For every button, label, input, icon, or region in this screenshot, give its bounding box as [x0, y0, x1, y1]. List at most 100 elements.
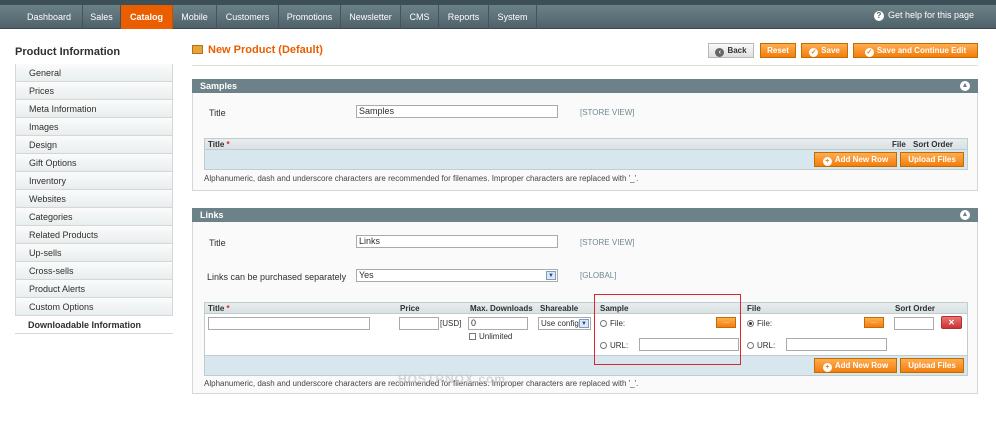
sidebar-item-downloadable[interactable]: Downloadable Information: [15, 316, 173, 334]
links-grid-footer: + Add New Row Upload Files: [204, 356, 968, 376]
samples-title-label: Title: [209, 108, 226, 118]
sidebar-item-categories[interactable]: Categories: [15, 208, 173, 226]
samples-title-scope: [STORE VIEW]: [580, 108, 635, 117]
save-continue-button[interactable]: ✓ Save and Continue Edit: [853, 43, 978, 58]
sidebar: Product Information General Prices Meta …: [15, 44, 173, 334]
back-button[interactable]: ‹ Back: [708, 43, 754, 58]
samples-col-title-text: Title: [208, 140, 225, 149]
sidebar-item-websites[interactable]: Websites: [15, 190, 173, 208]
link-price-input[interactable]: [399, 317, 439, 330]
check-icon: ✓: [864, 48, 874, 57]
shareable-value: Use config: [541, 319, 579, 328]
plus-icon: +: [822, 157, 832, 166]
sort-order-input[interactable]: [894, 317, 934, 330]
links-title-input[interactable]: Links: [356, 235, 558, 248]
save-button[interactable]: ✓ Save: [801, 43, 848, 58]
nav-dashboard[interactable]: Dashboard: [16, 5, 83, 29]
sidebar-item-gift[interactable]: Gift Options: [15, 154, 173, 172]
nav-reports[interactable]: Reports: [439, 5, 489, 29]
nav-mobile[interactable]: Mobile: [173, 5, 217, 29]
nav-sales[interactable]: Sales: [83, 5, 121, 29]
reset-label: Reset: [767, 46, 789, 55]
unlimited-option[interactable]: Unlimited: [469, 332, 512, 341]
file-file-radio[interactable]: [747, 320, 754, 327]
shareable-select[interactable]: Use config ▼: [538, 317, 591, 330]
links-col-title-text: Title: [208, 304, 225, 313]
sidebar-item-design[interactable]: Design: [15, 136, 173, 154]
file-file-label: File:: [757, 319, 773, 328]
nav-promotions[interactable]: Promotions: [279, 5, 341, 29]
file-url-label: URL:: [757, 341, 776, 350]
links-title-label: Title: [209, 238, 226, 248]
plus-icon: +: [822, 363, 832, 372]
max-downloads-input[interactable]: 0: [468, 317, 528, 330]
sidebar-item-meta[interactable]: Meta Information: [15, 100, 173, 118]
main-nav: Dashboard Sales Catalog Mobile Customers…: [0, 5, 996, 29]
samples-upload-button[interactable]: Upload Files: [900, 152, 964, 167]
samples-note: Alphanumeric, dash and underscore charac…: [204, 174, 639, 183]
nav-customers[interactable]: Customers: [217, 5, 279, 29]
links-col-price: Price: [400, 304, 420, 313]
nav-cms[interactable]: CMS: [401, 5, 439, 29]
file-browse-button[interactable]: ...: [864, 317, 884, 328]
links-add-row-button[interactable]: + Add New Row: [814, 358, 897, 373]
purchase-separately-select[interactable]: Yes ▼: [356, 269, 558, 282]
required-mark: *: [226, 140, 230, 149]
nav-system[interactable]: System: [489, 5, 537, 29]
reset-button[interactable]: Reset: [760, 43, 796, 58]
samples-add-row-button[interactable]: + Add New Row: [814, 152, 897, 167]
file-url-option[interactable]: URL:: [747, 341, 775, 350]
upload-label: Upload Files: [908, 155, 956, 164]
question-icon: ?: [873, 11, 884, 21]
save-continue-label: Save and Continue Edit: [876, 46, 967, 55]
unlimited-checkbox[interactable]: [469, 333, 476, 340]
file-url-radio[interactable]: [747, 342, 754, 349]
unlimited-label: Unlimited: [479, 332, 513, 341]
sidebar-item-related[interactable]: Related Products: [15, 226, 173, 244]
links-header[interactable]: Links ▲: [192, 208, 978, 222]
product-icon: [192, 45, 203, 54]
samples-col-sort: Sort Order: [913, 140, 954, 149]
back-label: Back: [727, 46, 747, 55]
sidebar-item-prices[interactable]: Prices: [15, 82, 173, 100]
required-mark: *: [226, 304, 230, 313]
add-row-label: Add New Row: [834, 361, 889, 370]
currency-label: [USD]: [440, 319, 462, 328]
sidebar-item-custom-options[interactable]: Custom Options: [15, 298, 173, 316]
sidebar-item-images[interactable]: Images: [15, 118, 173, 136]
links-upload-button[interactable]: Upload Files: [900, 358, 964, 373]
purchase-separately-value: Yes: [359, 270, 374, 280]
links-col-max: Max. Downloads: [470, 304, 533, 313]
collapse-icon[interactable]: ▲: [960, 210, 970, 220]
links-grid-header: Title * Price Max. Downloads Shareable S…: [204, 302, 968, 314]
links-fieldset: Title Links [STORE VIEW] Links can be pu…: [192, 222, 978, 394]
links-col-shareable: Shareable: [540, 304, 579, 313]
sidebar-item-inventory[interactable]: Inventory: [15, 172, 173, 190]
samples-fieldset: Title Samples [STORE VIEW] Title * File …: [192, 93, 978, 191]
file-file-option[interactable]: File:: [747, 319, 772, 328]
help-link[interactable]: ? Get help for this page: [873, 10, 974, 21]
file-url-input[interactable]: [786, 338, 887, 351]
links-col-title: Title *: [205, 303, 230, 314]
add-row-label: Add New Row: [834, 155, 889, 164]
page-title-text: New Product (Default): [208, 44, 323, 56]
samples-header[interactable]: Samples ▲: [192, 79, 978, 93]
samples-col-file: File: [892, 140, 906, 149]
sidebar-item-crosssells[interactable]: Cross-sells: [15, 262, 173, 280]
link-title-input[interactable]: [208, 317, 370, 330]
help-label: Get help for this page: [887, 10, 974, 20]
back-arrow-icon: ‹: [715, 48, 725, 57]
samples-header-label: Samples: [200, 81, 238, 91]
nav-catalog[interactable]: Catalog: [121, 5, 173, 29]
samples-title-input[interactable]: Samples: [356, 105, 558, 118]
collapse-icon[interactable]: ▲: [960, 81, 970, 91]
sidebar-item-upsells[interactable]: Up-sells: [15, 244, 173, 262]
sidebar-item-general[interactable]: General: [15, 64, 173, 82]
nav-newsletter[interactable]: Newsletter: [341, 5, 401, 29]
links-header-label: Links: [200, 210, 224, 220]
purchase-scope: [GLOBAL]: [580, 271, 617, 280]
sidebar-item-alerts[interactable]: Product Alerts: [15, 280, 173, 298]
delete-row-button[interactable]: ✕: [941, 316, 962, 329]
header-divider: [192, 65, 978, 66]
chevron-down-icon: ▼: [546, 271, 556, 280]
